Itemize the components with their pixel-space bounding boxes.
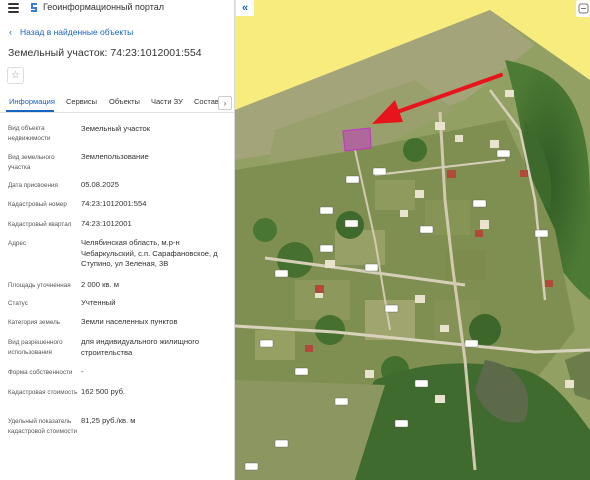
field-value-parcel-type: Землепользование [81, 152, 149, 161]
field-value-cadastral-quarter[interactable]: 74:23:1012001 [81, 219, 233, 230]
field-value-assign-date: 05.08.2025 [81, 180, 120, 189]
back-link-label: Назад в найденные объекты [20, 27, 134, 37]
favorite-button[interactable]: ☆ [7, 67, 24, 84]
tab-info[interactable]: Информация [9, 97, 55, 106]
field-value-area: 2 000 кв. м [81, 280, 119, 289]
back-link[interactable]: ‹ Назад в найденные объекты [9, 27, 133, 37]
app-root: Геоинформационный портал ‹ Назад в найде… [0, 0, 590, 480]
tabs-next-button[interactable]: › [218, 96, 232, 110]
field-value-ownership: - [81, 367, 84, 376]
chevron-left-icon: ‹ [9, 27, 12, 37]
layers-icon [578, 3, 588, 14]
tab-bar: Информация Сервисы Объекты Части ЗУ Сост… [0, 93, 234, 113]
info-panel: Геоинформационный портал ‹ Назад в найде… [0, 0, 235, 480]
field-label-permitted-use: Вид разрешенного использования [8, 339, 63, 356]
field-label-assign-date: Дата присвоения [8, 182, 58, 189]
field-value-land-category: Земли населенных пунктов [81, 317, 178, 326]
map-view[interactable] [235, 0, 590, 480]
star-icon: ☆ [11, 70, 20, 81]
page-title: Земельный участок: 74:23:1012001:554 [8, 47, 202, 59]
field-label-parcel-type: Вид земельного участка [8, 154, 55, 171]
field-label-specific-value: Удельный показатель кадастровой стоимост… [8, 418, 78, 435]
field-label-cadastral-value: Кадастровая стоимость [8, 389, 78, 396]
portal-logo-icon [31, 3, 37, 12]
field-label-area: Площадь уточненная [8, 282, 71, 289]
field-value-status: Учтенный [81, 298, 116, 307]
active-tab-indicator [6, 110, 54, 112]
portal-title: Геоинформационный портал [43, 2, 164, 12]
top-bar: Геоинформационный портал [0, 0, 234, 16]
field-value-object-type: Земельный участок [81, 124, 151, 133]
field-value-cadastral-value: 162 500 руб. [81, 387, 126, 396]
field-value-specific-value: 81,25 руб./кв. м [81, 416, 136, 425]
double-chevron-left-icon: « [241, 2, 249, 14]
field-label-object-type: Вид объекта недвижимости [8, 125, 51, 142]
collapse-panel-button[interactable]: « [236, 0, 254, 16]
field-label-status: Статус [8, 300, 28, 307]
selected-parcel [342, 127, 372, 152]
tab-objects[interactable]: Объекты [109, 97, 140, 106]
tab-services[interactable]: Сервисы [66, 97, 97, 106]
field-value-cadastral-number[interactable]: 74:23:1012001:554 [81, 199, 233, 210]
field-label-ownership: Форма собственности [8, 369, 73, 376]
tab-composition[interactable]: Состав [194, 97, 219, 106]
field-label-cadastral-quarter: Кадастровый квартал [8, 221, 72, 228]
field-value-address: Челябинская область, м.р-н Чебаркульский… [81, 238, 218, 268]
field-label-address: Адрес [8, 240, 27, 247]
field-label-cadastral-number: Кадастровый номер [8, 201, 67, 208]
chevron-right-icon: › [223, 98, 227, 108]
hamburger-icon[interactable] [8, 3, 19, 13]
tab-parcel-parts[interactable]: Части ЗУ [151, 97, 183, 106]
field-value-permitted-use: для индивидуального жилищного строительс… [81, 337, 200, 357]
satellite-imagery [235, 10, 590, 480]
layers-button[interactable] [576, 0, 590, 17]
field-label-land-category: Категория земель [8, 319, 61, 326]
